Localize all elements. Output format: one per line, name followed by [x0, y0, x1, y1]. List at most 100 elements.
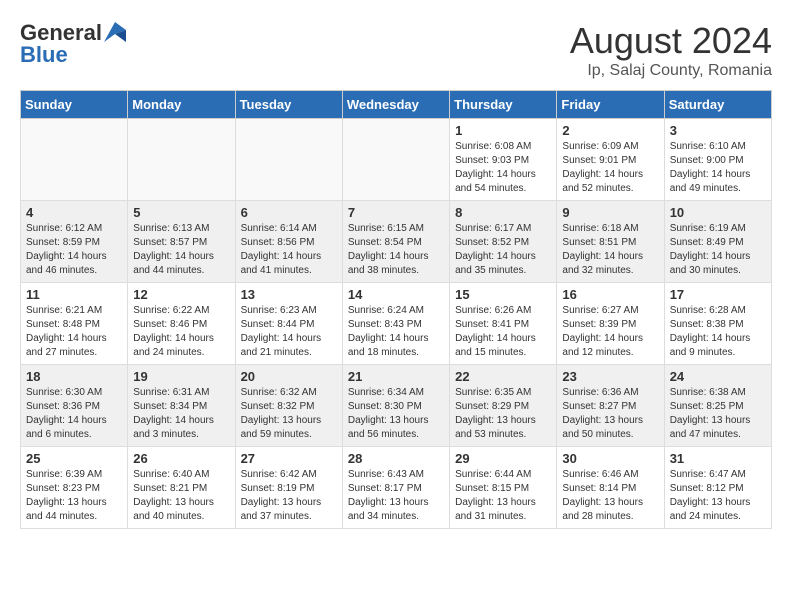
day-info: Sunrise: 6:10 AM Sunset: 9:00 PM Dayligh…	[670, 140, 766, 196]
day-number: 11	[26, 287, 122, 302]
day-header-friday: Friday	[557, 91, 664, 119]
day-info: Sunrise: 6:08 AM Sunset: 9:03 PM Dayligh…	[455, 140, 551, 196]
day-number: 19	[133, 369, 229, 384]
calendar-cell	[128, 119, 235, 201]
day-info: Sunrise: 6:47 AM Sunset: 8:12 PM Dayligh…	[670, 468, 766, 524]
day-number: 26	[133, 451, 229, 466]
day-number: 21	[348, 369, 444, 384]
day-number: 8	[455, 205, 551, 220]
day-number: 31	[670, 451, 766, 466]
calendar-cell: 1Sunrise: 6:08 AM Sunset: 9:03 PM Daylig…	[450, 119, 557, 201]
day-info: Sunrise: 6:18 AM Sunset: 8:51 PM Dayligh…	[562, 222, 658, 278]
calendar-cell: 23 Sunrise: 6:36 AM Sunset: 8:27 PM Dayli…	[557, 365, 664, 447]
day-header-wednesday: Wednesday	[342, 91, 449, 119]
calendar-cell: 14Sunrise: 6:24 AM Sunset: 8:43 PM Dayli…	[342, 283, 449, 365]
day-info: Sunrise: 6:35 AM Sunset: 8:29 PM Dayligh…	[455, 386, 551, 442]
logo-blue-text: Blue	[20, 42, 68, 68]
day-info: Sunrise: 6:44 AM Sunset: 8:15 PM Dayligh…	[455, 468, 551, 524]
calendar-cell: 30 Sunrise: 6:46 AM Sunset: 8:14 PM Dayli…	[557, 447, 664, 529]
day-header-saturday: Saturday	[664, 91, 771, 119]
calendar-cell: 8 Sunrise: 6:17 AM Sunset: 8:52 PM Daylig…	[450, 201, 557, 283]
day-info: Sunrise: 6:09 AM Sunset: 9:01 PM Dayligh…	[562, 140, 658, 196]
calendar-cell: 7 Sunrise: 6:15 AM Sunset: 8:54 PM Daylig…	[342, 201, 449, 283]
calendar-cell: 26 Sunrise: 6:40 AM Sunset: 8:21 PM Dayli…	[128, 447, 235, 529]
day-info: Sunrise: 6:28 AM Sunset: 8:38 PM Dayligh…	[670, 304, 766, 360]
day-info: Sunrise: 6:46 AM Sunset: 8:14 PM Dayligh…	[562, 468, 658, 524]
day-number: 23	[562, 369, 658, 384]
calendar-cell: 12 Sunrise: 6:22 AM Sunset: 8:46 PM Dayli…	[128, 283, 235, 365]
day-number: 14	[348, 287, 444, 302]
logo: General Blue	[20, 20, 126, 68]
calendar-week-3: 11 Sunrise: 6:21 AM Sunset: 8:48 PM Dayli…	[21, 283, 772, 365]
day-info: Sunrise: 6:30 AM Sunset: 8:36 PM Dayligh…	[26, 386, 122, 442]
day-number: 22	[455, 369, 551, 384]
title-block: August 2024 Ip, Salaj County, Romania	[570, 20, 772, 80]
day-info: Sunrise: 6:42 AM Sunset: 8:19 PM Dayligh…	[241, 468, 337, 524]
day-info: Sunrise: 6:38 AM Sunset: 8:25 PM Dayligh…	[670, 386, 766, 442]
calendar-cell: 20Sunrise: 6:32 AM Sunset: 8:32 PM Dayli…	[235, 365, 342, 447]
calendar-cell: 25 Sunrise: 6:39 AM Sunset: 8:23 PM Dayli…	[21, 447, 128, 529]
calendar-cell: 10Sunrise: 6:19 AM Sunset: 8:49 PM Dayli…	[664, 201, 771, 283]
day-info: Sunrise: 6:34 AM Sunset: 8:30 PM Dayligh…	[348, 386, 444, 442]
day-number: 30	[562, 451, 658, 466]
calendar-cell	[342, 119, 449, 201]
day-info: Sunrise: 6:36 AM Sunset: 8:27 PM Dayligh…	[562, 386, 658, 442]
calendar-cell: 4 Sunrise: 6:12 AM Sunset: 8:59 PM Daylig…	[21, 201, 128, 283]
day-number: 25	[26, 451, 122, 466]
day-number: 3	[670, 123, 766, 138]
day-number: 4	[26, 205, 122, 220]
calendar-cell: 27Sunrise: 6:42 AM Sunset: 8:19 PM Dayli…	[235, 447, 342, 529]
day-header-tuesday: Tuesday	[235, 91, 342, 119]
day-info: Sunrise: 6:27 AM Sunset: 8:39 PM Dayligh…	[562, 304, 658, 360]
calendar-week-5: 25 Sunrise: 6:39 AM Sunset: 8:23 PM Dayli…	[21, 447, 772, 529]
calendar-cell: 11 Sunrise: 6:21 AM Sunset: 8:48 PM Dayli…	[21, 283, 128, 365]
day-info: Sunrise: 6:40 AM Sunset: 8:21 PM Dayligh…	[133, 468, 229, 524]
calendar-cell: 15 Sunrise: 6:26 AM Sunset: 8:41 PM Dayli…	[450, 283, 557, 365]
day-info: Sunrise: 6:17 AM Sunset: 8:52 PM Dayligh…	[455, 222, 551, 278]
calendar-cell	[235, 119, 342, 201]
day-info: Sunrise: 6:21 AM Sunset: 8:48 PM Dayligh…	[26, 304, 122, 360]
day-header-sunday: Sunday	[21, 91, 128, 119]
calendar-cell: 24Sunrise: 6:38 AM Sunset: 8:25 PM Dayli…	[664, 365, 771, 447]
day-number: 15	[455, 287, 551, 302]
logo-bird-icon	[104, 22, 126, 42]
day-number: 2	[562, 123, 658, 138]
calendar-cell: 5 Sunrise: 6:13 AM Sunset: 8:57 PM Daylig…	[128, 201, 235, 283]
day-number: 9	[562, 205, 658, 220]
month-year-title: August 2024	[570, 20, 772, 62]
day-number: 6	[241, 205, 337, 220]
day-number: 16	[562, 287, 658, 302]
day-header-monday: Monday	[128, 91, 235, 119]
day-info: Sunrise: 6:43 AM Sunset: 8:17 PM Dayligh…	[348, 468, 444, 524]
calendar-week-1: 1Sunrise: 6:08 AM Sunset: 9:03 PM Daylig…	[21, 119, 772, 201]
calendar-week-2: 4 Sunrise: 6:12 AM Sunset: 8:59 PM Daylig…	[21, 201, 772, 283]
calendar-cell: 9 Sunrise: 6:18 AM Sunset: 8:51 PM Daylig…	[557, 201, 664, 283]
day-info: Sunrise: 6:26 AM Sunset: 8:41 PM Dayligh…	[455, 304, 551, 360]
day-info: Sunrise: 6:15 AM Sunset: 8:54 PM Dayligh…	[348, 222, 444, 278]
day-number: 5	[133, 205, 229, 220]
calendar-cell: 31 Sunrise: 6:47 AM Sunset: 8:12 PM Dayli…	[664, 447, 771, 529]
day-headers-row: SundayMondayTuesdayWednesdayThursdayFrid…	[21, 91, 772, 119]
calendar-cell: 18Sunrise: 6:30 AM Sunset: 8:36 PM Dayli…	[21, 365, 128, 447]
calendar-cell: 13Sunrise: 6:23 AM Sunset: 8:44 PM Dayli…	[235, 283, 342, 365]
calendar-cell	[21, 119, 128, 201]
calendar-cell: 6Sunrise: 6:14 AM Sunset: 8:56 PM Daylig…	[235, 201, 342, 283]
calendar-cell: 3 Sunrise: 6:10 AM Sunset: 9:00 PM Daylig…	[664, 119, 771, 201]
day-number: 28	[348, 451, 444, 466]
day-number: 17	[670, 287, 766, 302]
day-info: Sunrise: 6:22 AM Sunset: 8:46 PM Dayligh…	[133, 304, 229, 360]
calendar-cell: 2 Sunrise: 6:09 AM Sunset: 9:01 PM Daylig…	[557, 119, 664, 201]
calendar-week-4: 18Sunrise: 6:30 AM Sunset: 8:36 PM Dayli…	[21, 365, 772, 447]
day-info: Sunrise: 6:39 AM Sunset: 8:23 PM Dayligh…	[26, 468, 122, 524]
day-info: Sunrise: 6:12 AM Sunset: 8:59 PM Dayligh…	[26, 222, 122, 278]
day-number: 12	[133, 287, 229, 302]
day-number: 29	[455, 451, 551, 466]
calendar-cell: 28 Sunrise: 6:43 AM Sunset: 8:17 PM Dayli…	[342, 447, 449, 529]
calendar-cell: 21 Sunrise: 6:34 AM Sunset: 8:30 PM Dayli…	[342, 365, 449, 447]
calendar-cell: 17 Sunrise: 6:28 AM Sunset: 8:38 PM Dayli…	[664, 283, 771, 365]
day-number: 7	[348, 205, 444, 220]
day-info: Sunrise: 6:23 AM Sunset: 8:44 PM Dayligh…	[241, 304, 337, 360]
day-info: Sunrise: 6:32 AM Sunset: 8:32 PM Dayligh…	[241, 386, 337, 442]
day-info: Sunrise: 6:13 AM Sunset: 8:57 PM Dayligh…	[133, 222, 229, 278]
location-subtitle: Ip, Salaj County, Romania	[570, 62, 772, 80]
